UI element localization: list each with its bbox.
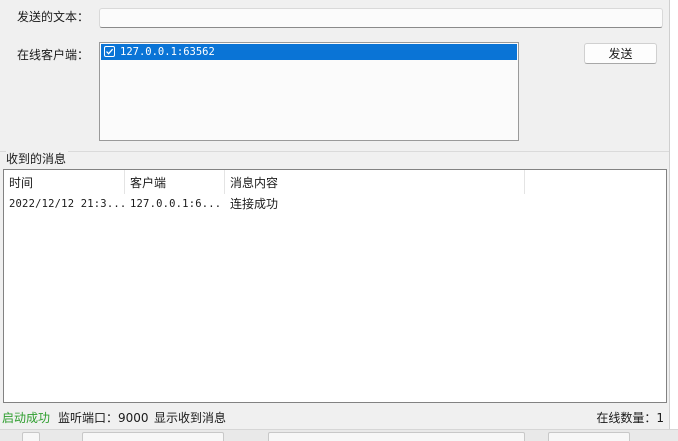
send-button[interactable]: 发送: [584, 43, 657, 64]
cell-content: 连接成功: [230, 197, 279, 211]
received-messages-title: 收到的消息: [6, 150, 69, 167]
messages-list-view[interactable]: 时间 客户端 消息内容 2022/12/12 21:3... 127.0.0.1…: [3, 169, 667, 403]
send-text-label: 发送的文本：: [17, 10, 90, 24]
cell-time: 2022/12/12 21:3...: [9, 198, 125, 210]
column-header-content[interactable]: 消息内容: [225, 170, 525, 194]
client-list-item[interactable]: 127.0.0.1:63562: [101, 44, 517, 60]
online-clients-label: 在线客户端：: [17, 48, 90, 62]
status-show-received: 显示收到消息: [154, 411, 227, 425]
cell-client: 127.0.0.1:6...: [130, 198, 222, 210]
checkbox-checked-icon[interactable]: [104, 46, 115, 57]
window-edge: [669, 0, 678, 440]
status-online-count: 在线数量：1: [596, 411, 664, 425]
client-address: 127.0.0.1:63562: [120, 46, 215, 58]
status-started: 启动成功: [2, 411, 51, 425]
column-header-time[interactable]: 时间: [4, 170, 125, 194]
status-listen-port: 监听端口：9000: [58, 411, 149, 425]
column-header-client[interactable]: 客户端: [125, 170, 225, 194]
online-clients-list[interactable]: 127.0.0.1:63562: [99, 42, 519, 141]
status-bar: 启动成功 监听端口：9000 显示收到消息 在线数量：1: [0, 407, 669, 429]
send-text-input[interactable]: [99, 8, 663, 28]
table-row[interactable]: 2022/12/12 21:3... 127.0.0.1:6... 连接成功: [4, 196, 666, 213]
list-header: 时间 客户端 消息内容: [4, 170, 666, 194]
group-divider: [0, 151, 669, 152]
background-window-strip: [0, 429, 678, 441]
